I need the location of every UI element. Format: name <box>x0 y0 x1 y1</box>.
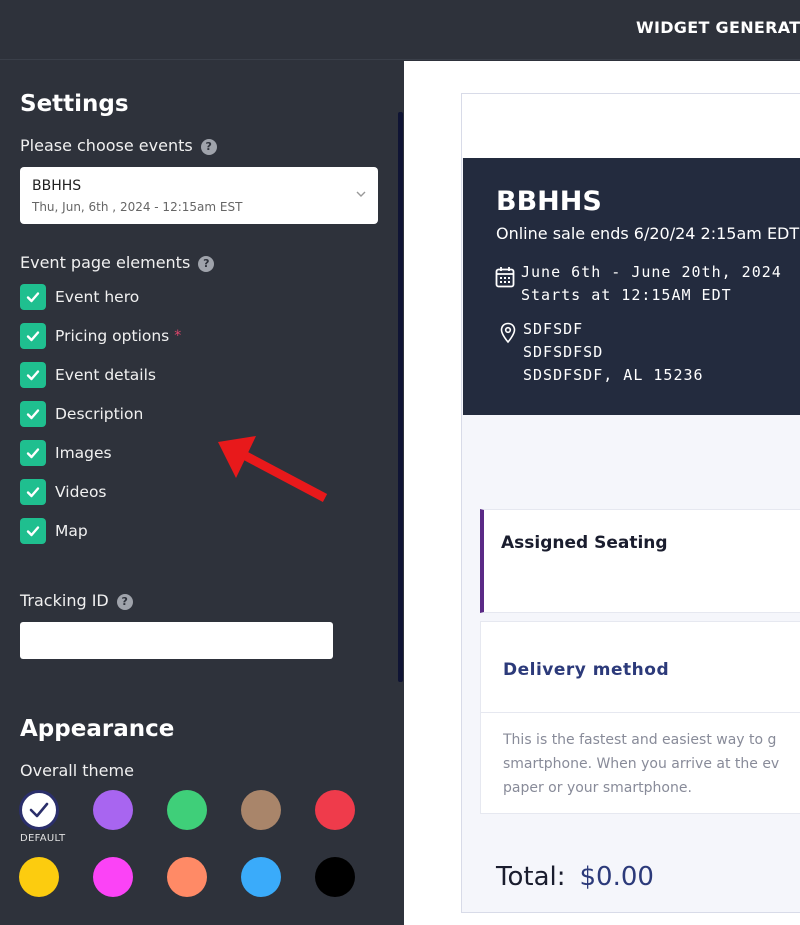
event-hero: BBHHS Online sale ends 6/20/24 2:15am ED… <box>463 158 800 415</box>
check-icon <box>29 802 49 818</box>
location-pin-icon <box>500 322 516 344</box>
event-start-time: Starts at 12:15AM EDT <box>521 286 732 304</box>
choose-events-text: Please choose events <box>20 136 193 155</box>
delivery-desc-line: This is the fastest and easiest way to g <box>503 732 777 748</box>
theme-swatch-default[interactable] <box>19 790 59 830</box>
delivery-desc-line: smartphone. When you arrive at the ev <box>503 756 780 772</box>
element-checkbox-videos[interactable]: Videos <box>20 479 107 505</box>
assigned-seating-card[interactable]: Assigned Seating <box>480 509 800 613</box>
default-theme-label: DEFAULT <box>20 833 66 844</box>
order-total: Total: $0.00 <box>496 862 654 892</box>
checkbox-label: Map <box>55 522 88 540</box>
choose-events-label: Please choose events? <box>20 136 217 155</box>
help-icon[interactable]: ? <box>116 594 133 610</box>
element-checkbox-pricing-options[interactable]: Pricing options * <box>20 323 181 349</box>
event-date-range: June 6th - June 20th, 2024 <box>521 263 782 281</box>
theme-swatch[interactable] <box>93 857 133 897</box>
elements-label: Event page elements? <box>20 253 215 272</box>
theme-swatch[interactable] <box>241 790 281 830</box>
theme-swatch[interactable] <box>167 857 207 897</box>
sale-end-text: Online sale ends 6/20/24 2:15am EDT <box>496 224 800 243</box>
theme-swatch[interactable] <box>93 790 133 830</box>
tracking-label-text: Tracking ID <box>20 591 109 610</box>
element-checkbox-description[interactable]: Description <box>20 401 143 427</box>
divider <box>481 712 800 713</box>
appearance-heading: Appearance <box>20 716 175 742</box>
checkbox-checked-icon[interactable] <box>20 323 46 349</box>
chevron-down-icon <box>356 187 366 201</box>
total-amount: $0.00 <box>579 862 654 892</box>
element-checkbox-images[interactable]: Images <box>20 440 112 466</box>
event-title: BBHHS <box>496 186 602 217</box>
address-line-2: SDFSDFSD <box>523 343 604 361</box>
settings-heading: Settings <box>20 91 129 117</box>
delivery-method-card: Delivery method This is the fastest and … <box>480 621 800 814</box>
delivery-method-title: Delivery method <box>503 660 670 680</box>
address-line-3: SDSDFSDF, AL 15236 <box>523 366 704 384</box>
event-select-name: BBHHS <box>32 178 82 194</box>
theme-swatch[interactable] <box>167 790 207 830</box>
checkbox-label: Pricing options <box>55 327 170 345</box>
help-icon[interactable]: ? <box>198 256 215 272</box>
help-icon[interactable]: ? <box>200 139 217 155</box>
theme-swatch[interactable] <box>315 790 355 830</box>
theme-label: Overall theme <box>20 761 134 780</box>
checkbox-label: Event details <box>55 366 156 384</box>
red-arrow-annotation <box>218 436 328 502</box>
event-select-date: Thu, Jun, 6th , 2024 - 12:15am EST <box>32 200 243 214</box>
element-checkbox-event-details[interactable]: Event details <box>20 362 156 388</box>
checkbox-label: Description <box>55 405 144 423</box>
elements-label-text: Event page elements <box>20 253 191 272</box>
sidebar-scrollbar[interactable] <box>398 112 403 682</box>
checkbox-checked-icon[interactable] <box>20 401 46 427</box>
address-line-1: SDFSDF <box>523 320 584 338</box>
assigned-seating-title: Assigned Seating <box>501 533 668 553</box>
required-marker: * <box>174 328 182 344</box>
top-bar: WIDGET GENERATO <box>0 0 800 60</box>
theme-swatch[interactable] <box>19 857 59 897</box>
event-select[interactable]: BBHHS Thu, Jun, 6th , 2024 - 12:15am EST <box>20 167 378 224</box>
tracking-id-input[interactable] <box>20 622 333 659</box>
theme-swatch[interactable] <box>315 857 355 897</box>
tracking-label: Tracking ID? <box>20 591 133 610</box>
checkbox-label: Event hero <box>55 288 140 306</box>
delivery-desc-line: paper or your smartphone. <box>503 780 692 796</box>
preview-top-bar <box>462 94 800 158</box>
checkbox-checked-icon[interactable] <box>20 479 46 505</box>
checkbox-checked-icon[interactable] <box>20 284 46 310</box>
theme-swatch[interactable] <box>241 857 281 897</box>
checkbox-checked-icon[interactable] <box>20 362 46 388</box>
checkbox-label: Videos <box>55 483 107 501</box>
calendar-icon <box>495 267 515 288</box>
checkbox-checked-icon[interactable] <box>20 440 46 466</box>
element-checkbox-map[interactable]: Map <box>20 518 88 544</box>
checkbox-label: Images <box>55 444 112 462</box>
total-label: Total: <box>496 862 566 892</box>
element-checkbox-event-hero[interactable]: Event hero <box>20 284 139 310</box>
checkbox-checked-icon[interactable] <box>20 518 46 544</box>
delivery-description: This is the fastest and easiest way to g… <box>503 728 800 800</box>
app-title: WIDGET GENERATO <box>636 18 800 37</box>
